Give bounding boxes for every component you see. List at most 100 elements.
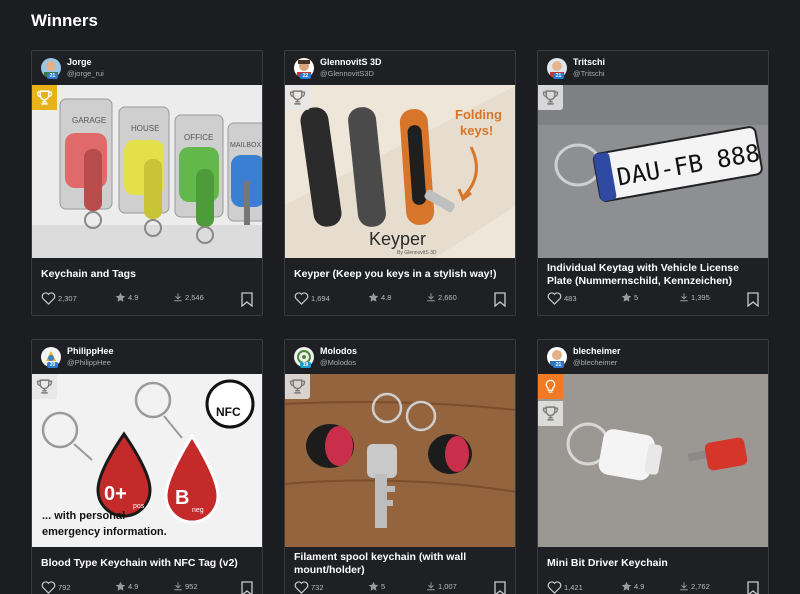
card-header: 21 Tritschi @Tritschi <box>538 51 768 85</box>
card-header: 21 blecheimer @blecheimer <box>538 340 768 374</box>
star-icon <box>621 581 632 591</box>
star-icon <box>368 292 379 302</box>
like-button[interactable]: 1,694 <box>294 292 330 305</box>
model-card[interactable]: 22 GlennovitS 3D @GlennovitS3D Folding k… <box>284 50 516 316</box>
thumb-text: emergency information. <box>42 526 167 538</box>
author-name[interactable]: GlennovitS 3D <box>320 57 382 67</box>
trophy-icon <box>538 85 563 110</box>
download-count: 1,007 <box>438 581 457 591</box>
model-title[interactable]: Mini Bit Driver Keychain <box>547 557 759 570</box>
model-title[interactable]: Individual Keytag with Vehicle License P… <box>547 262 759 288</box>
like-button[interactable]: 2,307 <box>41 292 77 305</box>
bookmark-icon <box>747 292 759 308</box>
author-handle: @GlennovitS3D <box>320 69 374 78</box>
bookmark-button[interactable] <box>494 581 506 594</box>
model-thumbnail[interactable]: GARAGE HOUSE OFFICE MAILBOX <box>32 85 262 258</box>
like-count: 2,307 <box>58 294 77 303</box>
like-count: 1,694 <box>311 294 330 303</box>
heart-icon <box>547 292 562 305</box>
rating-value: 4.9 <box>128 582 139 591</box>
downloads: 1,395 <box>679 292 710 302</box>
rating-value: 5 <box>381 582 386 591</box>
stats-row: 732 5 1,007 <box>294 581 506 594</box>
card-header: 20 PhilippHee @PhilippHee <box>32 340 262 374</box>
lightbulb-icon <box>538 374 563 399</box>
bookmark-button[interactable] <box>747 581 759 594</box>
bookmark-icon <box>241 292 253 308</box>
download-icon <box>427 582 435 591</box>
downloads: 2,762 <box>679 581 710 591</box>
model-thumbnail[interactable]: Folding keys! Keyper By GlennovitS 3D <box>285 85 515 258</box>
level-badge: 21 <box>553 362 564 368</box>
like-button[interactable]: 483 <box>547 292 577 305</box>
stats-row: 792 4.9 952 <box>41 581 253 594</box>
heart-icon <box>547 581 562 594</box>
thumb-text: NFC <box>216 405 241 419</box>
author-name[interactable]: PhilippHee <box>67 346 114 356</box>
download-icon <box>174 582 182 591</box>
downloads: 2,546 <box>173 292 204 302</box>
heart-icon <box>294 581 309 594</box>
download-count: 2,660 <box>438 292 457 302</box>
heart-icon <box>41 581 56 594</box>
plate-label: HOUSE <box>131 124 159 133</box>
rating: 5 <box>368 581 385 592</box>
model-thumbnail[interactable] <box>538 374 768 547</box>
thumb-text: neg <box>192 507 204 514</box>
model-title[interactable]: Filament spool keychain (with wall mount… <box>294 551 506 577</box>
stats-row: 483 5 1,395 <box>547 292 759 308</box>
model-title[interactable]: Keyper (Keep you keys in a stylish way!) <box>294 268 506 281</box>
author-handle: @PhilippHee <box>67 358 111 367</box>
plate-label: OFFICE <box>184 133 213 142</box>
download-count: 1,395 <box>691 292 710 302</box>
bookmark-icon <box>494 292 506 308</box>
like-button[interactable]: 792 <box>41 581 71 594</box>
like-button[interactable]: 1,421 <box>547 581 583 594</box>
author-name[interactable]: Molodos <box>320 346 357 356</box>
author-name[interactable]: Tritschi <box>573 57 605 67</box>
rating-value: 4.9 <box>128 293 139 302</box>
thumb-text: Folding <box>455 107 502 122</box>
bookmark-button[interactable] <box>241 581 253 594</box>
model-thumbnail[interactable]: 0+ pos B neg NFC ... with personal emerg… <box>32 374 262 547</box>
model-thumbnail[interactable] <box>285 374 515 547</box>
downloads: 952 <box>173 581 198 591</box>
like-button[interactable]: 732 <box>294 581 324 594</box>
page-title: Winners <box>31 11 98 30</box>
bookmark-button[interactable] <box>494 292 506 309</box>
rating: 5 <box>621 292 638 303</box>
model-card[interactable]: 21 Jorge @jorge_rui GARAGE HOUSE OFFICE … <box>31 50 263 316</box>
model-title[interactable]: Keychain and Tags <box>41 268 253 281</box>
heart-icon <box>41 292 56 305</box>
model-card[interactable]: 19 Molodos @Molodos Filament spool keych… <box>284 339 516 594</box>
rating-value: 4.8 <box>381 293 392 302</box>
model-thumbnail[interactable]: DAU-FB 888 <box>538 85 768 258</box>
star-icon <box>621 292 632 302</box>
bookmark-button[interactable] <box>747 292 759 309</box>
model-card[interactable]: 20 PhilippHee @PhilippHee 0+ pos B neg N… <box>31 339 263 594</box>
bookmark-button[interactable] <box>241 292 253 309</box>
author-name[interactable]: blecheimer <box>573 346 621 356</box>
author-name[interactable]: Jorge <box>67 57 92 67</box>
trophy-icon <box>32 374 57 399</box>
thumb-text: ... with personal <box>42 510 125 522</box>
model-card[interactable]: 21 blecheimer @blecheimer Mini Bit Drive… <box>537 339 769 594</box>
star-icon <box>115 292 126 302</box>
model-title[interactable]: Blood Type Keychain with NFC Tag (v2) <box>41 557 253 570</box>
thumb-text: pos <box>133 503 145 510</box>
plate-label: GARAGE <box>72 116 106 125</box>
rating: 4.9 <box>621 581 644 592</box>
stats-row: 1,421 4.9 2,762 <box>547 581 759 594</box>
author-handle: @blecheimer <box>573 358 618 367</box>
download-count: 2,546 <box>185 292 204 302</box>
like-count: 732 <box>311 583 324 592</box>
level-badge: 22 <box>300 73 311 79</box>
model-card[interactable]: 21 Tritschi @Tritschi DAU-FB 888 Individ… <box>537 50 769 316</box>
level-badge: 21 <box>47 73 58 79</box>
downloads: 1,007 <box>426 581 457 591</box>
card-header: 19 Molodos @Molodos <box>285 340 515 374</box>
trophy-icon <box>538 401 563 426</box>
download-icon <box>680 582 688 591</box>
heart-icon <box>294 292 309 305</box>
bookmark-icon <box>747 581 759 594</box>
